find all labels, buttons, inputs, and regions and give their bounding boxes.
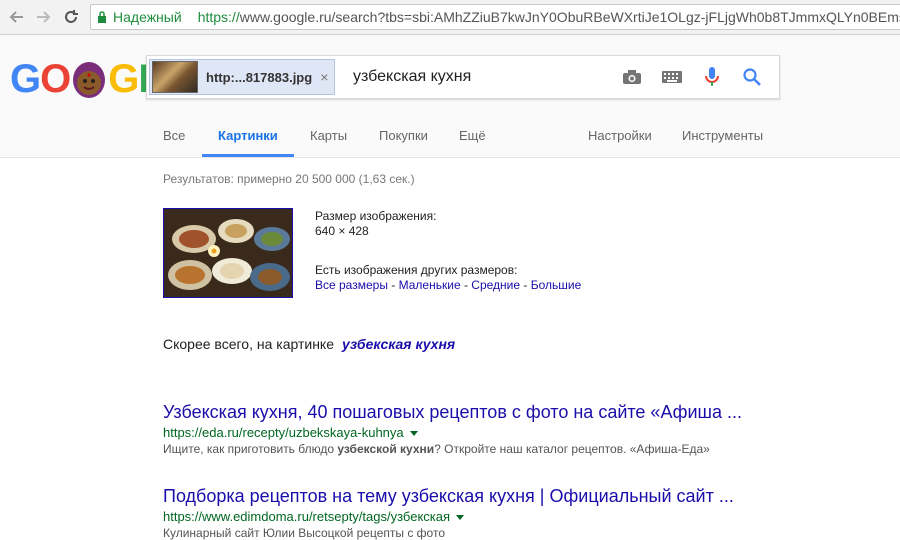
secure-label: Надежный	[113, 9, 182, 25]
forward-arrow-icon	[37, 11, 51, 23]
image-query-chip[interactable]: http:...817883.jpg ×	[149, 59, 335, 95]
size-link-medium[interactable]: Средние	[471, 278, 520, 292]
browser-toolbar: Надежный https://www.google.ru/search?tb…	[0, 0, 900, 35]
best-guess-label: Скорее всего, на картинке	[163, 336, 334, 352]
search-input[interactable]: узбекская кухня	[353, 68, 471, 86]
tab-more[interactable]: Ещё	[459, 128, 486, 143]
keyboard-icon[interactable]	[661, 67, 683, 87]
search-result: Подборка рецептов на тему узбекская кухн…	[163, 486, 734, 540]
chip-filename: http:...817883.jpg	[206, 69, 313, 85]
tab-images[interactable]: Картинки	[218, 128, 278, 143]
microphone-icon[interactable]	[701, 67, 723, 87]
result-url-text: https://eda.ru/recepty/uzbekskaya-kuhnya	[163, 425, 404, 440]
search-result: Узбекская кухня, 40 пошаговых рецептов с…	[163, 402, 742, 456]
result-title[interactable]: Узбекская кухня, 40 пошаговых рецептов с…	[163, 402, 742, 423]
tab-shopping[interactable]: Покупки	[379, 128, 428, 143]
address-bar[interactable]: Надежный https://www.google.ru/search?tb…	[90, 4, 900, 30]
reload-button[interactable]	[60, 6, 82, 28]
camera-icon[interactable]	[621, 67, 643, 87]
back-arrow-icon	[9, 11, 23, 23]
logo-letter-o: O	[40, 57, 71, 101]
size-links: Все размеры - Маленькие - Средние - Боль…	[315, 278, 581, 293]
result-url: https://eda.ru/recepty/uzbekskaya-kuhnya	[163, 425, 742, 440]
reload-icon	[65, 10, 78, 23]
logo-letter-g2: G	[108, 57, 139, 101]
best-guess-link[interactable]: узбекская кухня	[342, 336, 455, 352]
snippet-text: ? Откройте наш каталог рецептов. «Афиша-…	[434, 442, 710, 456]
url-dropdown-icon[interactable]	[409, 431, 418, 437]
logo-letter-g: G	[10, 57, 41, 101]
other-sizes-label: Есть изображения других размеров:	[315, 263, 518, 277]
uploaded-image-thumbnail[interactable]	[163, 208, 293, 298]
result-url: https://www.edimdoma.ru/retsepty/tags/уз…	[163, 509, 734, 524]
result-stats: Результатов: примерно 20 500 000 (1,63 с…	[163, 172, 415, 186]
image-size-label: Размер изображения:	[315, 209, 437, 223]
size-link-all[interactable]: Все размеры	[315, 278, 388, 292]
search-tabs: Все Картинки Карты Покупки Ещё Настройки…	[0, 120, 900, 157]
search-header: G O G L E http:...817883.jpg × узбекская…	[0, 35, 900, 158]
active-tab-indicator	[202, 154, 294, 157]
size-separator: -	[520, 278, 531, 292]
forward-button[interactable]	[32, 6, 54, 28]
url-text: www.google.ru/search?tbs=sbi:AMhZZiuB7kw…	[239, 9, 900, 25]
best-guess: Скорее всего, на картинке узбекская кухня	[163, 336, 455, 352]
snippet-text: Ищите, как приготовить блюдо	[163, 442, 338, 456]
tab-tools[interactable]: Инструменты	[682, 128, 763, 143]
food-photo-icon	[164, 209, 292, 297]
image-info: Размер изображения: 640 × 428 Есть изобр…	[315, 209, 581, 293]
result-url-text: https://www.edimdoma.ru/retsepty/tags/уз…	[163, 509, 451, 524]
size-link-small[interactable]: Маленькие	[399, 278, 461, 292]
search-icon[interactable]	[741, 67, 763, 87]
snippet-highlight: узбекской кухни	[337, 442, 435, 456]
image-size-value: 640 × 428	[315, 224, 369, 238]
url-dropdown-icon[interactable]	[456, 515, 465, 521]
doodle-face-icon	[73, 61, 106, 98]
snippet-text: Кулинарный сайт Юлии Высоцкой рецепты с …	[163, 526, 445, 540]
result-snippet: Кулинарный сайт Юлии Высоцкой рецепты с …	[163, 526, 734, 540]
result-snippet: Ищите, как приготовить блюдо узбекской к…	[163, 442, 742, 456]
tab-all[interactable]: Все	[163, 128, 185, 143]
chip-close-icon[interactable]: ×	[320, 69, 328, 85]
search-box[interactable]: http:...817883.jpg × узбекская кухня	[146, 55, 780, 99]
tab-maps[interactable]: Карты	[310, 128, 347, 143]
result-title[interactable]: Подборка рецептов на тему узбекская кухн…	[163, 486, 734, 507]
size-separator: -	[387, 278, 399, 292]
query-image-thumbnail	[152, 61, 198, 93]
url-scheme: https://	[197, 9, 240, 25]
tab-settings[interactable]: Настройки	[588, 128, 652, 143]
back-button[interactable]	[6, 6, 28, 28]
size-link-large[interactable]: Большие	[531, 278, 582, 292]
size-separator: -	[460, 278, 472, 292]
secure-indicator[interactable]: Надежный	[91, 9, 182, 25]
lock-icon	[98, 11, 106, 23]
